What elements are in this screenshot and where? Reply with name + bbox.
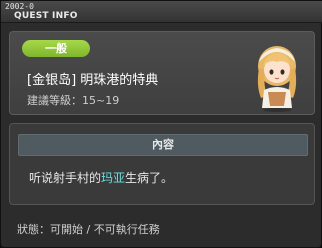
title-bar[interactable]: 2002-0 QUEST INFO <box>1 1 322 23</box>
quest-info-window: 2002-0 QUEST INFO 一般 [金银岛] 明珠港的特典 建議等級：1… <box>0 0 322 248</box>
quest-header-panel: 一般 [金银岛] 明珠港的特典 建議等級：15~19 <box>9 31 315 115</box>
quest-status: 狀態：可開始 / 不可執行任務 <box>17 223 160 236</box>
npc-name-highlight: 玛亚 <box>101 171 126 185</box>
content-header: 內容 <box>18 134 308 156</box>
quest-content-panel: 內容 听说射手村的玛亚生病了。 <box>9 123 315 205</box>
content-text-after: 生病了。 <box>125 171 174 185</box>
quest-id: 2002-0 <box>5 2 34 11</box>
content-text: 听说射手村的玛亚生病了。 <box>29 169 173 186</box>
npc-portrait-icon <box>257 46 297 112</box>
content-text-before: 听说射手村的 <box>29 171 102 185</box>
window-title: QUEST INFO <box>14 11 78 21</box>
quest-name: [金银岛] 明珠港的特典 <box>27 73 159 88</box>
level-requirement: 建議等級：15~19 <box>27 94 120 107</box>
quest-category-badge: 一般 <box>22 40 90 57</box>
